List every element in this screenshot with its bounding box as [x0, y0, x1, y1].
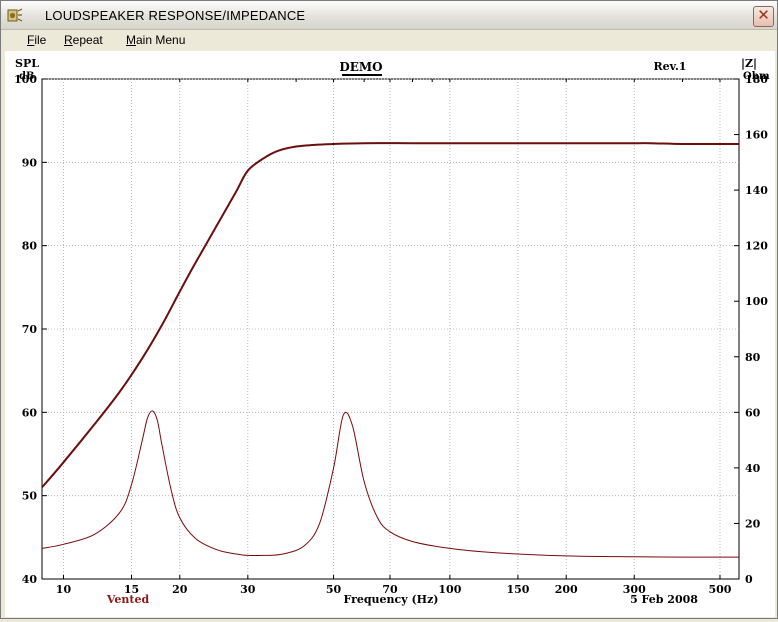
x-tick-label: 100: [438, 583, 461, 596]
x-tick-label: 500: [708, 583, 731, 596]
y-right-tick-label: 160: [745, 129, 768, 142]
y-right-tick-label: 0: [745, 573, 753, 586]
menu-file[interactable]: File: [27, 33, 46, 47]
x-tick-label: 200: [555, 583, 578, 596]
vented-label: Vented: [106, 593, 150, 606]
spl-series-line: [41, 142, 739, 488]
chart-panel: 10 15 20 30 50 70 100 150 200 300 500 40 50 60 70 80 90 1…: [5, 51, 775, 617]
y-right-tick-label: 20: [745, 517, 761, 530]
menu-repeat[interactable]: Repeat: [64, 33, 103, 47]
grid-lines: [41, 78, 740, 580]
y-right-tick-label: 140: [745, 184, 768, 197]
y-right-tick-label: 100: [745, 295, 768, 308]
y-right-tick-label: 80: [745, 351, 761, 364]
revision-label: Rev.1: [654, 60, 687, 73]
y-left-tick-label: 80: [22, 240, 38, 253]
y-left-tick-label: 40: [22, 573, 38, 586]
y-right-axis-unit: Ohm: [743, 71, 770, 82]
chart-title: DEMO: [339, 60, 382, 74]
y-right-axis-title: |Z|: [741, 57, 757, 70]
y-right-tick-label: 120: [745, 240, 768, 253]
y-left-tick-label: 90: [22, 156, 38, 169]
y-left-axis-unit: dB: [19, 71, 34, 82]
response-impedance-chart: 10 15 20 30 50 70 100 150 200 300 5004050607080901…: [14, 57, 770, 606]
y-right-tick-label: 40: [745, 462, 761, 475]
y-left-tick-label: 60: [22, 406, 38, 419]
speaker-app-icon: [7, 8, 23, 22]
x-tick-label: 50: [326, 583, 342, 596]
x-tick-label: 150: [506, 583, 529, 596]
axis-labels: 10 15 20 30 50 70 100 150 200 300 5004050607080901…: [14, 57, 770, 606]
x-axis-title: Frequency (Hz): [343, 593, 438, 606]
y-left-axis-title: SPL: [15, 57, 39, 70]
window-title: LOUDSPEAKER RESPONSE/IMPEDANCE: [45, 8, 306, 23]
close-button[interactable]: ✕: [753, 6, 774, 27]
y-left-tick-label: 70: [22, 323, 38, 336]
date-label: 5 Feb 2008: [630, 593, 698, 606]
menu-bar: File Repeat Main Menu: [1, 30, 777, 50]
menu-main-menu[interactable]: Main Menu: [126, 33, 185, 47]
y-left-tick-label: 50: [22, 490, 38, 503]
x-tick-label: 20: [172, 583, 188, 596]
app-window: LOUDSPEAKER RESPONSE/IMPEDANCE ✕ File Re…: [0, 0, 778, 619]
x-tick-label: 10: [56, 583, 72, 596]
y-right-tick-label: 60: [745, 406, 761, 419]
x-tick-label: 30: [240, 583, 256, 596]
title-bar[interactable]: LOUDSPEAKER RESPONSE/IMPEDANCE ✕: [1, 1, 777, 30]
